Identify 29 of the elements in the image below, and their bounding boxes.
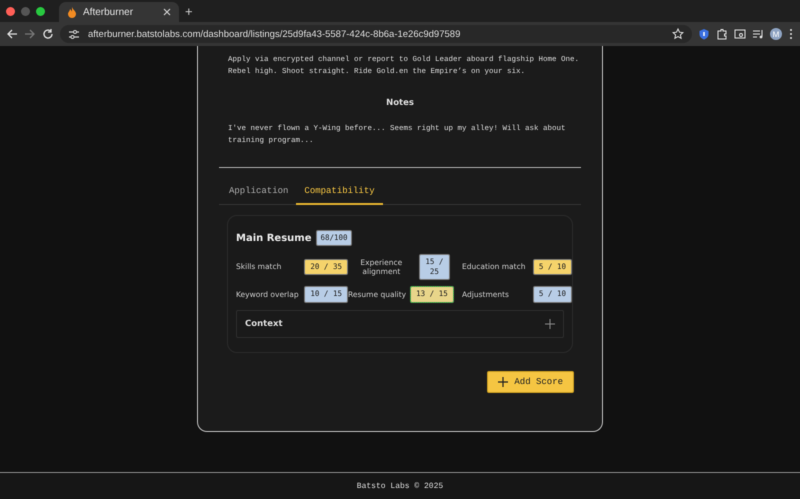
tab[interactable]: Application [221, 182, 296, 205]
media-controls-icon[interactable] [752, 28, 764, 40]
section-heading: Notes [385, 98, 415, 108]
panel-title: Main Resume [236, 232, 312, 244]
star-icon[interactable] [672, 28, 684, 40]
back-icon[interactable] [6, 28, 18, 40]
browser-tab[interactable]: Afterburner [59, 2, 179, 22]
tab[interactable]: Compatibility [296, 182, 383, 205]
more-options-icon[interactable] [788, 28, 794, 40]
flame-icon [67, 6, 77, 18]
accordion-label: Context [245, 318, 283, 328]
tab-title: Afterburner [83, 6, 134, 18]
new-tab-button[interactable]: + [185, 4, 193, 18]
close-window-icon[interactable] [6, 6, 15, 16]
context-accordion[interactable]: Context [236, 310, 564, 338]
puzzle-icon[interactable] [716, 28, 728, 40]
footer-text: Batsto Labs © 2025 [356, 482, 444, 490]
address-bar[interactable]: afterburner.batstolabs.com/dashboard/listings/25d9fa43-5587-424c-8b6a-1e26c9d97589 [60, 25, 692, 43]
close-icon[interactable] [163, 8, 171, 16]
site-settings-icon[interactable] [68, 28, 80, 40]
plus-icon[interactable] [545, 318, 555, 328]
tab-search-icon[interactable] [734, 28, 746, 40]
shield-icon[interactable] [698, 28, 710, 40]
forward-icon[interactable] [24, 28, 36, 40]
reload-icon[interactable] [42, 28, 54, 40]
maximize-window-icon[interactable] [36, 6, 45, 16]
plus-icon [498, 376, 508, 386]
add-score-button[interactable]: Add Score [487, 370, 574, 392]
url-text: afterburner.batstolabs.com/dashboard/listings/25d9fa43-5587-424c-8b6a-1e26c9d97589 [88, 28, 462, 40]
